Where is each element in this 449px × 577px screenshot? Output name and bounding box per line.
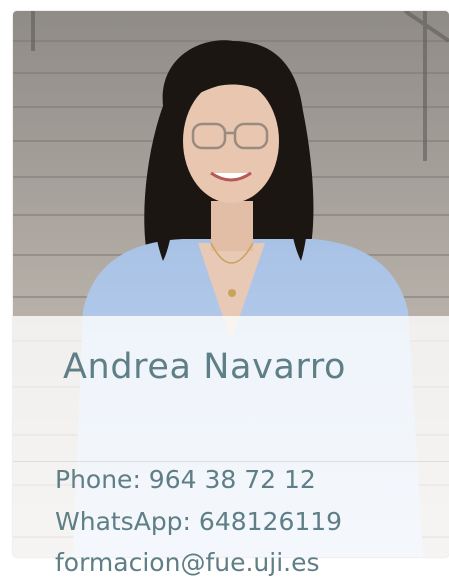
- phone-text: Phone: 964 38 72 12: [55, 465, 316, 494]
- profile-name: Andrea Navarro: [63, 347, 347, 387]
- whatsapp-text: WhatsApp: 648126119: [55, 507, 343, 536]
- name-overlay: [13, 316, 449, 461]
- email-link[interactable]: formacion@fue.uji.es: [55, 548, 320, 577]
